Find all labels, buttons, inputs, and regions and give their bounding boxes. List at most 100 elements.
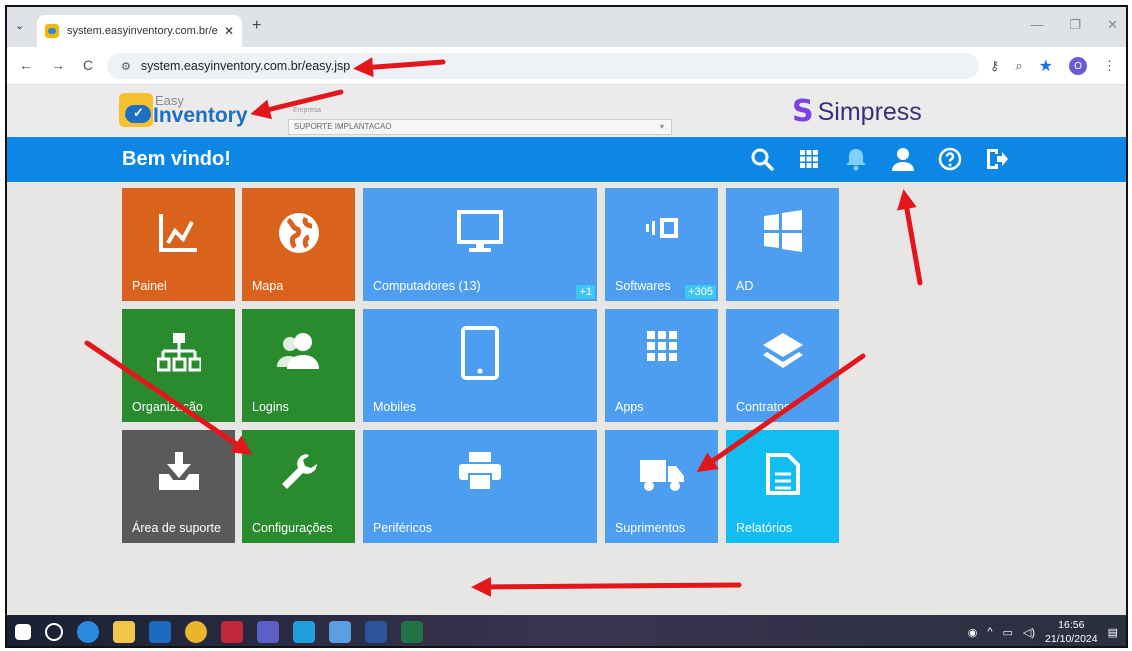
- clock[interactable]: 16:56 21/10/2024: [1045, 618, 1098, 646]
- url-text: system.easyinventory.com.br/easy.jsp: [140, 59, 351, 73]
- system-tray: ◉ ^ ▭ ◁) 16:56 21/10/2024 ▤: [968, 618, 1118, 646]
- clock-time: 16:56: [1058, 619, 1085, 631]
- simpress-mark-icon: S: [792, 94, 814, 129]
- excel-icon[interactable]: [401, 621, 423, 643]
- restore-icon[interactable]: ❐: [1069, 17, 1081, 33]
- tile-relatorios[interactable]: Relatórios: [726, 430, 839, 543]
- windows-start-icon[interactable]: [15, 624, 31, 640]
- simpress-brand-text: Simpress: [817, 97, 922, 126]
- forward-icon[interactable]: →: [51, 57, 65, 73]
- tablet-icon: [363, 325, 597, 381]
- clock-date: 21/10/2024: [1045, 633, 1098, 645]
- search-icon[interactable]: [45, 623, 63, 641]
- softwares-badge: +305: [685, 285, 716, 299]
- tile-softwares-label: Softwares: [615, 279, 671, 293]
- tile-painel-label: Painel: [132, 279, 167, 293]
- browser-tab[interactable]: system.easyinventory.com.br/e ✕: [37, 15, 242, 47]
- search-icon[interactable]: [749, 145, 775, 173]
- apps-grid-icon[interactable]: [796, 145, 822, 173]
- tile-perifericos[interactable]: Periféricos: [363, 430, 597, 543]
- outlook-icon[interactable]: [149, 621, 171, 643]
- bookmark-star-icon[interactable]: ★: [1039, 56, 1053, 76]
- file-explorer-icon[interactable]: [113, 621, 135, 643]
- tile-ad-label: AD: [736, 279, 754, 293]
- address-bar-actions: ⚷ ⌕ ★ O ⋮: [990, 56, 1116, 76]
- download-tray-icon: [122, 452, 235, 492]
- back-icon[interactable]: ←: [19, 57, 33, 73]
- store-icon[interactable]: [293, 621, 315, 643]
- software-icon: [605, 210, 718, 250]
- reload-icon[interactable]: C: [83, 57, 93, 73]
- empresa-select[interactable]: SUPORTE IMPLANTACAO ▾: [288, 119, 672, 135]
- help-tray-icon[interactable]: ◉: [968, 626, 978, 639]
- help-icon[interactable]: [937, 145, 963, 173]
- tile-computadores[interactable]: Computadores (13) +1: [363, 188, 597, 301]
- edge-icon[interactable]: [77, 621, 99, 643]
- tab-search-icon[interactable]: ⌄: [15, 19, 24, 32]
- app-icon[interactable]: [221, 621, 243, 643]
- tab-title: system.easyinventory.com.br/e: [67, 25, 218, 37]
- nav-buttons: ← → C: [19, 57, 93, 73]
- truck-icon: [605, 460, 718, 492]
- chevron-down-icon: ▾: [659, 122, 664, 131]
- volume-icon[interactable]: ◁): [1023, 626, 1035, 639]
- tile-configuracoes[interactable]: Configurações: [242, 430, 355, 543]
- tray-expand-icon[interactable]: ^: [987, 626, 992, 638]
- apps-grid-icon: [605, 331, 718, 361]
- user-icon[interactable]: [890, 145, 916, 173]
- monitor-icon: [363, 210, 597, 254]
- chart-line-icon: [122, 210, 235, 254]
- tile-organizacao[interactable]: Organização: [122, 309, 235, 422]
- tile-mapa[interactable]: Mapa: [242, 188, 355, 301]
- tile-contratos[interactable]: Contratos: [726, 309, 839, 422]
- browser-tab-bar: ⌄ system.easyinventory.com.br/e ✕ + — ❐ …: [7, 7, 1126, 47]
- toolbar-icons: [749, 145, 1010, 173]
- chrome-icon[interactable]: [185, 621, 207, 643]
- tab-close-icon[interactable]: ✕: [224, 24, 234, 38]
- tile-organizacao-label: Organização: [132, 400, 203, 414]
- profile-avatar-icon[interactable]: O: [1069, 57, 1087, 75]
- logo-line2: Inventory: [153, 104, 248, 127]
- tile-painel[interactable]: Painel: [122, 188, 235, 301]
- window-controls: — ❐ ✕: [1030, 17, 1118, 33]
- tile-logins[interactable]: Logins: [242, 309, 355, 422]
- teams-icon[interactable]: [257, 621, 279, 643]
- logo-cloud-icon: [125, 105, 151, 123]
- tile-contratos-label: Contratos: [736, 400, 791, 414]
- bell-icon[interactable]: [843, 145, 869, 173]
- users-icon: [242, 331, 355, 371]
- tile-area-suporte[interactable]: Área de suporte: [122, 430, 235, 543]
- screenshot-frame: ⌄ system.easyinventory.com.br/e ✕ + — ❐ …: [5, 5, 1128, 648]
- new-tab-button[interactable]: +: [252, 17, 261, 35]
- easy-inventory-logo[interactable]: Easy Inventory: [119, 91, 248, 131]
- site-info-icon[interactable]: ⚙: [121, 60, 131, 73]
- windows-taskbar: ◉ ^ ▭ ◁) 16:56 21/10/2024 ▤: [7, 615, 1126, 646]
- tile-computadores-label: Computadores (13): [373, 279, 481, 293]
- url-field[interactable]: ⚙ system.easyinventory.com.br/easy.jsp: [107, 53, 979, 79]
- word-icon[interactable]: [365, 621, 387, 643]
- org-chart-icon: [122, 331, 235, 375]
- notifications-icon[interactable]: ▤: [1108, 626, 1118, 639]
- tile-relatorios-label: Relatórios: [736, 521, 793, 535]
- taskbar-apps: [15, 621, 423, 643]
- browser-menu-icon[interactable]: ⋮: [1103, 58, 1116, 74]
- arrow-user: [897, 189, 923, 286]
- tile-apps[interactable]: Apps: [605, 309, 718, 422]
- app-icon[interactable]: [329, 621, 351, 643]
- network-icon[interactable]: ▭: [1003, 626, 1013, 639]
- tile-suprimentos[interactable]: Suprimentos: [605, 430, 718, 543]
- tile-apps-label: Apps: [615, 400, 644, 414]
- zoom-icon[interactable]: ⌕: [1015, 58, 1022, 74]
- tile-configuracoes-label: Configurações: [252, 521, 333, 535]
- tile-mapa-label: Mapa: [252, 279, 284, 293]
- close-window-icon[interactable]: ✕: [1107, 17, 1118, 33]
- logout-icon[interactable]: [984, 145, 1010, 173]
- printer-icon: [363, 452, 597, 492]
- favicon-icon: [45, 24, 59, 38]
- tile-ad[interactable]: AD: [726, 188, 839, 301]
- password-key-icon[interactable]: ⚷: [990, 58, 1000, 74]
- welcome-title: Bem vindo!: [122, 148, 231, 170]
- tile-mobiles[interactable]: Mobiles: [363, 309, 597, 422]
- minimize-icon[interactable]: —: [1030, 17, 1043, 33]
- tile-softwares[interactable]: Softwares +305: [605, 188, 718, 301]
